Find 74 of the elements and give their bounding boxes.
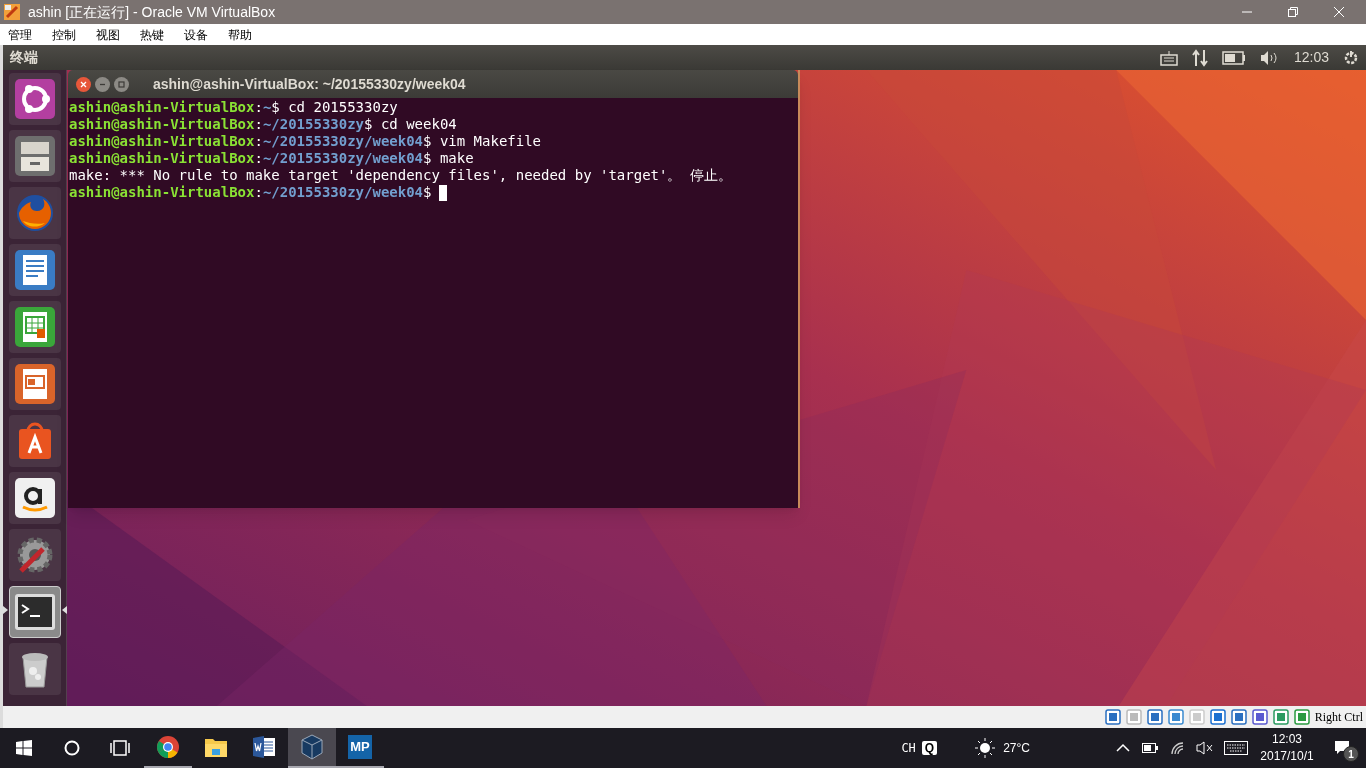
document-icon bbox=[12, 248, 57, 292]
terminal-output: make: *** No rule to make target 'dependency files', needed by 'target'。 停止。 bbox=[69, 167, 732, 184]
network-arrows-icon[interactable] bbox=[1191, 48, 1208, 67]
maximize-button[interactable] bbox=[114, 76, 129, 92]
menu-item[interactable]: 帮助 bbox=[228, 25, 252, 44]
mp-app-icon: MP bbox=[348, 735, 372, 759]
close-icon bbox=[1334, 7, 1344, 17]
panel-clock[interactable]: 12:03 bbox=[1293, 47, 1329, 68]
circle-icon bbox=[64, 740, 80, 756]
file-cabinet-icon bbox=[12, 134, 57, 178]
volume-icon[interactable] bbox=[1259, 49, 1280, 66]
wifi-icon[interactable] bbox=[1170, 741, 1186, 755]
restore-icon bbox=[1288, 7, 1298, 17]
chrome-logo-icon bbox=[156, 735, 180, 759]
device-status-icon[interactable] bbox=[1230, 709, 1247, 725]
menu-item[interactable]: 设备 bbox=[184, 25, 208, 44]
terminal-prompt-line: ashin@ashin-VirtualBox:~/20155330zy/week04$ bbox=[69, 184, 433, 201]
chevron-up-icon[interactable] bbox=[1116, 743, 1130, 753]
clock-time: 12:03 bbox=[1272, 731, 1302, 748]
device-status-icon[interactable] bbox=[1146, 709, 1163, 725]
menu-item[interactable]: 视图 bbox=[96, 25, 120, 44]
launcher-item[interactable] bbox=[8, 586, 61, 638]
ubuntu-logo-icon bbox=[12, 77, 57, 121]
amazon-logo-icon bbox=[12, 476, 57, 520]
device-status-icon[interactable] bbox=[1272, 709, 1289, 725]
muted-speaker-icon[interactable] bbox=[1196, 741, 1214, 755]
launcher-item[interactable] bbox=[8, 643, 61, 695]
close-icon bbox=[80, 80, 87, 88]
task-view-icon bbox=[109, 740, 131, 756]
launcher-item[interactable] bbox=[8, 301, 61, 353]
battery-icon[interactable] bbox=[1221, 50, 1246, 65]
launcher-item[interactable] bbox=[8, 130, 61, 182]
maximize-icon bbox=[118, 80, 125, 88]
window-title: ashin [正在运行] - Oracle VM VirtualBox bbox=[28, 2, 276, 22]
launcher-item[interactable] bbox=[8, 73, 61, 125]
temperature: 27°C bbox=[1003, 740, 1030, 757]
launcher-item[interactable] bbox=[8, 244, 61, 296]
document-icon bbox=[252, 735, 276, 759]
sun-icon bbox=[975, 738, 996, 758]
taskbar-app[interactable]: MP bbox=[336, 728, 384, 768]
spreadsheet-icon bbox=[12, 305, 57, 349]
battery-icon[interactable] bbox=[1142, 743, 1158, 753]
device-status-icon[interactable] bbox=[1104, 709, 1121, 725]
power-gear-icon[interactable] bbox=[1343, 49, 1359, 66]
input-language[interactable]: CH bbox=[901, 739, 916, 757]
device-status-icon[interactable] bbox=[1167, 709, 1184, 725]
close-button[interactable] bbox=[76, 76, 91, 92]
clock[interactable]: 12:03 2017/10/1 bbox=[1256, 731, 1318, 765]
notification-button[interactable]: 1 bbox=[1318, 728, 1366, 768]
virtualbox-app-icon bbox=[4, 4, 20, 20]
terminal-prompt-line: ashin@ashin-VirtualBox:~$ cd 20155330zy bbox=[69, 99, 398, 116]
cube-icon bbox=[300, 734, 324, 760]
device-status-icon[interactable] bbox=[1209, 709, 1226, 725]
menu-item[interactable]: 控制 bbox=[52, 25, 76, 44]
launcher-item[interactable] bbox=[8, 358, 61, 410]
device-status-icon[interactable] bbox=[1293, 709, 1310, 725]
presentation-icon bbox=[12, 362, 57, 406]
launcher-item[interactable] bbox=[8, 415, 61, 467]
menu-item[interactable]: 管理 bbox=[8, 25, 32, 44]
keyboard-icon[interactable] bbox=[1224, 741, 1248, 755]
launcher-item[interactable] bbox=[8, 472, 61, 524]
notification-count: 1 bbox=[1343, 746, 1359, 762]
windows-logo-icon bbox=[16, 740, 32, 756]
folder-icon bbox=[204, 736, 228, 758]
device-status-icon[interactable] bbox=[1251, 709, 1268, 725]
terminal-prompt-line: ashin@ashin-VirtualBox:~/20155330zy$ cd week04 bbox=[69, 116, 457, 133]
ime-mode[interactable]: Q bbox=[921, 741, 938, 755]
terminal-prompt-line: ashin@ashin-VirtualBox:~/20155330zy/week04$ vim Makefile bbox=[69, 133, 542, 150]
app-name: 终端 bbox=[10, 48, 38, 67]
menu-item[interactable]: 热键 bbox=[140, 25, 164, 44]
clock-date: 2017/10/1 bbox=[1260, 748, 1314, 765]
host-key-label: Right Ctrl bbox=[1314, 709, 1363, 726]
terminal-prompt-line: ashin@ashin-VirtualBox:~/20155330zy/week04$ make bbox=[69, 150, 474, 167]
terminal-title: ashin@ashin-VirtualBox: ~/20155330zy/week04 bbox=[153, 74, 466, 94]
